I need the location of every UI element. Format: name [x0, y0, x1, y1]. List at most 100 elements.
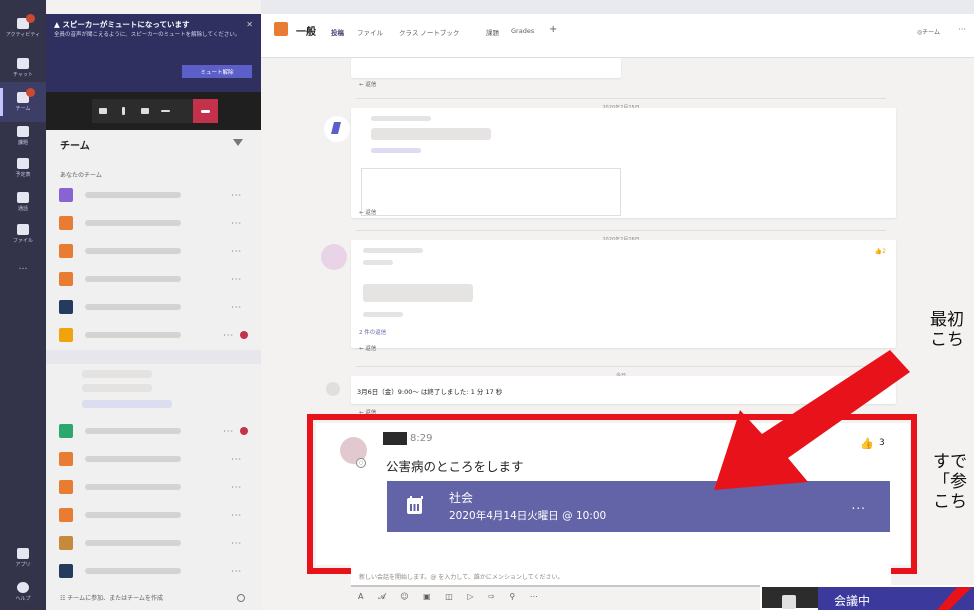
unmute-button[interactable]: ミュート解除 — [182, 65, 252, 78]
team-panel: チーム あなたのチーム ··· ··· ··· ··· ··· ··· ··· ··· ··· ·… — [46, 130, 261, 610]
compose-box[interactable]: 新しい会話を開始します。@ を入力して、誰かにメンションしてください。 — [351, 565, 891, 587]
mute-banner: ▲ スピーカーがミュートになっています 全員の音声が聞こえるように、スピーカーの… — [46, 14, 261, 92]
reply-link[interactable]: ← 返信 — [359, 208, 376, 216]
date-divider: 2020年2月26日 — [356, 230, 886, 243]
team-more-button[interactable]: ··· — [231, 511, 242, 520]
meeting-status-label: 会議中 — [834, 594, 871, 608]
meeting-card[interactable]: 社会 2020年4月14日火曜日 @ 10:00 ... — [387, 481, 890, 532]
team-item[interactable]: ··· — [46, 267, 261, 291]
tab-posts[interactable]: 投稿 — [331, 27, 344, 37]
rail-label: … — [18, 262, 28, 272]
channel-title: 一般 — [296, 27, 316, 38]
status-icon: ○ — [356, 458, 366, 468]
team-name-redacted — [85, 540, 181, 546]
tab-assignments[interactable]: 課題 — [486, 27, 499, 37]
gear-icon[interactable] — [237, 594, 245, 602]
message-card: 👍2 — [351, 240, 896, 348]
team-name-redacted — [85, 484, 181, 490]
team-more-button[interactable]: ··· — [231, 483, 242, 492]
team-avatar — [59, 300, 73, 314]
compose-toolbar[interactable]: A 𝓐 ☺ ▣ ◫ ▷ ⇨ ⚲ ⋯ — [358, 592, 544, 602]
team-name-redacted — [85, 512, 181, 518]
more-button[interactable] — [155, 99, 176, 123]
mic-button[interactable] — [113, 99, 134, 123]
share-button[interactable] — [134, 99, 155, 123]
team-item[interactable]: ··· — [46, 419, 261, 443]
reply-link[interactable]: ← 返信 — [359, 80, 376, 88]
team-more-button[interactable]: ··· — [231, 247, 242, 256]
channel-item[interactable] — [82, 370, 152, 378]
tab-notebook[interactable]: クラス ノートブック — [399, 27, 459, 37]
tab-grades[interactable]: Grades — [511, 27, 534, 35]
channel-item[interactable] — [82, 384, 152, 392]
team-more-button[interactable]: ··· — [231, 539, 242, 548]
call-icon — [326, 382, 340, 396]
team-more-button[interactable]: ··· — [231, 191, 242, 200]
calendar-icon — [407, 496, 423, 514]
share-icon — [140, 108, 149, 114]
more-icon[interactable]: ··· — [958, 25, 966, 34]
hang-up-button[interactable] — [193, 99, 218, 123]
team-name-redacted — [85, 220, 181, 226]
banner-title-text: スピーカーがミュートになっています — [62, 20, 190, 29]
redacted-text — [363, 260, 393, 265]
team-more-button[interactable]: ··· — [231, 303, 242, 312]
team-item[interactable]: ··· — [46, 211, 261, 235]
team-name-redacted — [85, 304, 181, 310]
add-tab-button[interactable]: + — [549, 24, 557, 35]
team-more-button[interactable]: ··· — [231, 455, 242, 464]
chat-icon — [17, 58, 29, 69]
help-icon — [17, 582, 29, 593]
channel-item[interactable] — [82, 400, 172, 408]
team-item[interactable]: ··· — [46, 295, 261, 319]
annotation-text-2: すで 「参 こち — [933, 452, 967, 512]
team-item[interactable]: ··· — [46, 447, 261, 471]
compose-placeholder: 新しい会話を開始します。@ を入力して、誰かにメンションしてください。 — [359, 574, 564, 581]
file-icon — [17, 224, 29, 235]
camera-button[interactable] — [92, 99, 113, 123]
tab-files[interactable]: ファイル — [357, 27, 383, 37]
rail-more[interactable]: … — [0, 246, 46, 286]
more-replies-link[interactable]: 2 件の返信 — [359, 328, 386, 336]
team-item[interactable]: ··· — [46, 559, 261, 583]
reply-link[interactable]: ← 返信 — [359, 344, 376, 352]
like-count: 3 — [879, 438, 885, 448]
team-item[interactable]: ··· — [46, 503, 261, 527]
active-channel[interactable] — [46, 350, 261, 364]
rail-label: アクティビティ — [5, 32, 41, 38]
meeting-more-button[interactable]: ... — [852, 498, 866, 512]
team-more-button[interactable]: ··· — [223, 427, 234, 436]
banner-desc: 全員の音声が聞こえるように、スピーカーのミュートを解除してください。 — [54, 32, 241, 38]
rail-help[interactable]: ヘルプ — [0, 572, 46, 610]
redacted-text — [371, 128, 491, 140]
close-icon[interactable]: ✕ — [246, 20, 253, 29]
team-item[interactable]: ··· — [46, 531, 261, 555]
team-item[interactable]: ··· — [46, 323, 261, 347]
team-avatar — [59, 480, 73, 494]
team-more-button[interactable]: ··· — [231, 567, 242, 576]
calendar-icon — [17, 158, 29, 169]
team-more-button[interactable]: ··· — [223, 331, 234, 340]
avatar — [321, 244, 347, 270]
rail-activity[interactable]: アクティビティ — [0, 8, 46, 48]
call-controls — [46, 92, 261, 130]
team-item[interactable]: ··· — [46, 239, 261, 263]
team-more-button[interactable]: ··· — [231, 219, 242, 228]
team-more-button[interactable]: ··· — [231, 275, 242, 284]
notification-badge — [240, 427, 248, 435]
mic-icon — [122, 107, 125, 115]
join-create-link[interactable]: ☷ チームに参加、またはチームを作成 — [60, 593, 163, 602]
meeting-in-progress-popup[interactable]: 会議中 — [760, 585, 974, 610]
rail-label: アプリ — [15, 562, 31, 568]
title-bar — [261, 0, 974, 14]
redacted-text — [363, 312, 403, 317]
team-name-redacted — [85, 192, 181, 198]
like-icon[interactable]: 👍 — [860, 438, 875, 450]
hang-up-icon — [201, 109, 210, 113]
team-button[interactable]: ◎チーム — [917, 27, 940, 36]
team-item[interactable]: ··· — [46, 183, 261, 207]
filter-icon[interactable] — [233, 139, 243, 146]
team-item[interactable]: ··· — [46, 475, 261, 499]
redacted-text — [363, 248, 423, 253]
like-reaction[interactable]: 👍2 — [875, 248, 886, 255]
